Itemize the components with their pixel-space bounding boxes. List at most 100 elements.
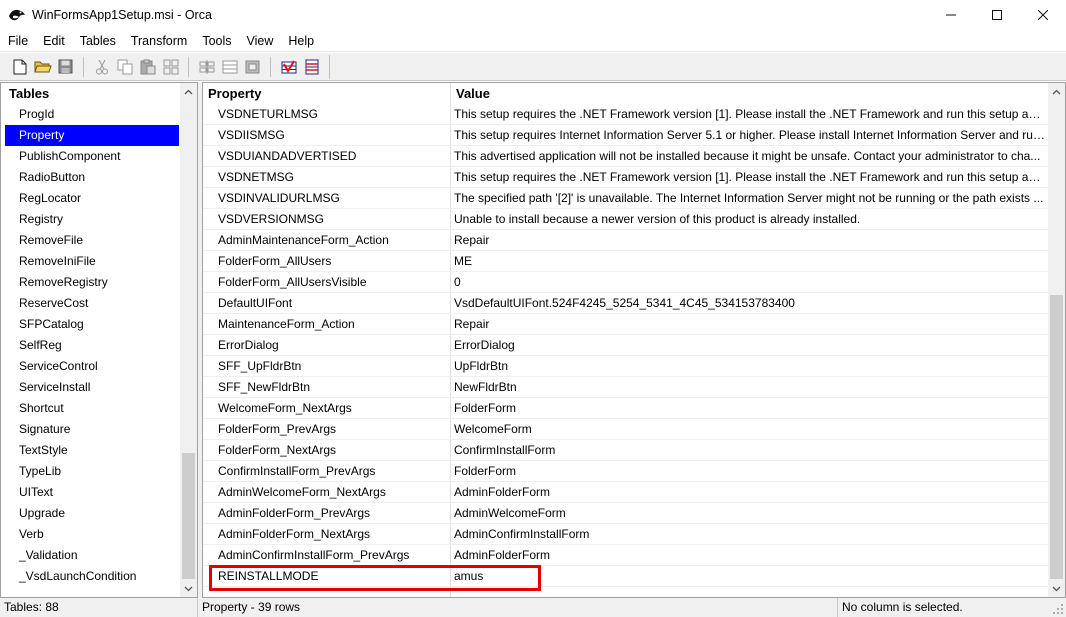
property-cell[interactable]: ErrorDialog: [218, 335, 450, 356]
table-item-validation[interactable]: _Validation: [1, 545, 181, 566]
table-row[interactable]: VSDINVALIDURLMSG The specified path '[2]'…: [203, 188, 1048, 209]
cut-button[interactable]: [90, 56, 113, 78]
table-item-removefile[interactable]: RemoveFile: [1, 230, 181, 251]
scroll-up-arrow[interactable]: [1048, 83, 1065, 100]
property-cell[interactable]: VSDINVALIDURLMSG: [218, 188, 450, 209]
value-cell[interactable]: VsdDefaultUIFont.524F4245_5254_5341_4C45…: [454, 293, 1046, 314]
property-cell[interactable]: VSDUIANDADVERTISED: [218, 146, 450, 167]
resize-grip-icon[interactable]: [1052, 603, 1064, 615]
value-cell[interactable]: Unable to install because a newer versio…: [454, 209, 1046, 230]
table-row[interactable]: AdminFolderForm_NextArgs AdminConfirmInst…: [203, 524, 1048, 545]
column-header-property[interactable]: Property: [203, 83, 451, 104]
table-row[interactable]: VSDVERSIONMSG Unable to install because a…: [203, 209, 1048, 230]
table-item-sfpcatalog[interactable]: SFPCatalog: [1, 314, 181, 335]
value-cell[interactable]: 0: [454, 272, 1046, 293]
grid-scrollbar[interactable]: [1048, 83, 1065, 597]
table-item-typelib[interactable]: TypeLib: [1, 461, 181, 482]
table-item-progid[interactable]: ProgId: [1, 104, 181, 125]
property-cell[interactable]: ConfirmInstallForm_PrevArgs: [218, 461, 450, 482]
table-row[interactable]: DefaultUIFont VsdDefaultUIFont.524F4245_5…: [203, 293, 1048, 314]
menu-transform[interactable]: Transform: [123, 34, 195, 48]
find-button[interactable]: [159, 56, 182, 78]
value-cell[interactable]: AdminFolderForm: [454, 545, 1046, 566]
table-item-selfreg[interactable]: SelfReg: [1, 335, 181, 356]
value-cell[interactable]: NewFldrBtn: [454, 377, 1046, 398]
value-cell[interactable]: AdminFolderForm: [454, 482, 1046, 503]
maximize-button[interactable]: [974, 0, 1020, 30]
menu-tables[interactable]: Tables: [72, 34, 123, 48]
scroll-down-arrow[interactable]: [1048, 580, 1065, 597]
new-button[interactable]: [8, 56, 31, 78]
column-header-value[interactable]: Value: [451, 83, 1048, 104]
table-row[interactable]: AdminFolderForm_PrevArgs AdminWelcomeForm: [203, 503, 1048, 524]
value-cell[interactable]: UpFldrBtn: [454, 356, 1046, 377]
property-cell[interactable]: AdminFolderForm_NextArgs: [218, 524, 450, 545]
grid-scroll-thumb[interactable]: [1050, 295, 1063, 579]
menu-view[interactable]: View: [239, 34, 281, 48]
property-cell[interactable]: VSDIISMSG: [218, 125, 450, 146]
value-cell[interactable]: This advertised application will not be …: [454, 146, 1046, 167]
table-item-serviceinstall[interactable]: ServiceInstall: [1, 377, 181, 398]
value-cell[interactable]: Repair: [454, 230, 1046, 251]
value-cell[interactable]: ME: [454, 251, 1046, 272]
table-item-signature[interactable]: Signature: [1, 419, 181, 440]
add-table-button[interactable]: [195, 56, 218, 78]
value-cell[interactable]: Repair: [454, 314, 1046, 335]
value-cell[interactable]: FolderForm: [454, 398, 1046, 419]
property-cell[interactable]: AdminConfirmInstallForm_PrevArgs: [218, 545, 450, 566]
property-cell[interactable]: SFF_UpFldrBtn: [218, 356, 450, 377]
table-item-reservecost[interactable]: ReserveCost: [1, 293, 181, 314]
property-cell[interactable]: VSDNETURLMSG: [218, 104, 450, 125]
value-cell[interactable]: ConfirmInstallForm: [454, 440, 1046, 461]
table-row[interactable]: WelcomeForm_NextArgs FolderForm: [203, 398, 1048, 419]
table-row[interactable]: AdminWelcomeForm_NextArgs AdminFolderForm: [203, 482, 1048, 503]
table-row[interactable]: VSDNETMSG This setup requires the .NET Fr…: [203, 167, 1048, 188]
table-row[interactable]: FolderForm_AllUsersVisible 0: [203, 272, 1048, 293]
property-cell[interactable]: VSDVERSIONMSG: [218, 209, 450, 230]
table-item-radiobutton[interactable]: RadioButton: [1, 167, 181, 188]
table-row[interactable]: MaintenanceForm_Action Repair: [203, 314, 1048, 335]
value-cell[interactable]: The specified path '[2]' is unavailable.…: [454, 188, 1046, 209]
table-item-uitext[interactable]: UIText: [1, 482, 181, 503]
menu-file[interactable]: File: [0, 34, 35, 48]
table-row[interactable]: FolderForm_NextArgs ConfirmInstallForm: [203, 440, 1048, 461]
copy-button[interactable]: [113, 56, 136, 78]
table-row[interactable]: FolderForm_PrevArgs WelcomeForm: [203, 419, 1048, 440]
property-cell[interactable]: AdminWelcomeForm_NextArgs: [218, 482, 450, 503]
property-cell[interactable]: MaintenanceForm_Action: [218, 314, 450, 335]
value-cell[interactable]: WelcomeForm: [454, 419, 1046, 440]
value-cell[interactable]: This setup requires Internet Information…: [454, 125, 1046, 146]
table-row[interactable]: SFF_UpFldrBtn UpFldrBtn: [203, 356, 1048, 377]
property-cell[interactable]: FolderForm_PrevArgs: [218, 419, 450, 440]
table-row[interactable]: SFF_NewFldrBtn NewFldrBtn: [203, 377, 1048, 398]
table-item-textstyle[interactable]: TextStyle: [1, 440, 181, 461]
table-row[interactable]: ConfirmInstallForm_PrevArgs FolderForm: [203, 461, 1048, 482]
property-cell[interactable]: AdminMaintenanceForm_Action: [218, 230, 450, 251]
value-cell[interactable]: ErrorDialog: [454, 335, 1046, 356]
table-row[interactable]: AdminConfirmInstallForm_PrevArgs AdminFol…: [203, 545, 1048, 566]
table-item-property[interactable]: Property: [5, 125, 179, 146]
value-cell[interactable]: amus: [454, 566, 1046, 587]
open-button[interactable]: [31, 56, 54, 78]
minimize-button[interactable]: [928, 0, 974, 30]
value-cell[interactable]: This setup requires the .NET Framework v…: [454, 167, 1046, 188]
value-cell[interactable]: This setup requires the .NET Framework v…: [454, 104, 1046, 125]
close-button[interactable]: [1020, 0, 1066, 30]
table-item-shortcut[interactable]: Shortcut: [1, 398, 181, 419]
tables-scrollbar[interactable]: [180, 83, 197, 597]
table-item-reglocator[interactable]: RegLocator: [1, 188, 181, 209]
table-item-removeregistry[interactable]: RemoveRegistry: [1, 272, 181, 293]
table-row[interactable]: AdminMaintenanceForm_Action Repair: [203, 230, 1048, 251]
property-cell[interactable]: WelcomeForm_NextArgs: [218, 398, 450, 419]
property-cell[interactable]: DefaultUIFont: [218, 293, 450, 314]
property-cell[interactable]: SFF_NewFldrBtn: [218, 377, 450, 398]
add-row-button[interactable]: [218, 56, 241, 78]
table-item-removeinifile[interactable]: RemoveIniFile: [1, 251, 181, 272]
save-button[interactable]: [54, 56, 77, 78]
tables-scroll-thumb[interactable]: [182, 453, 195, 579]
table-row[interactable]: VSDIISMSG This setup requires Internet In…: [203, 125, 1048, 146]
property-cell[interactable]: VSDNETMSG: [218, 167, 450, 188]
validate-button[interactable]: [277, 56, 300, 78]
table-item-registry[interactable]: Registry: [1, 209, 181, 230]
property-cell[interactable]: AdminFolderForm_PrevArgs: [218, 503, 450, 524]
